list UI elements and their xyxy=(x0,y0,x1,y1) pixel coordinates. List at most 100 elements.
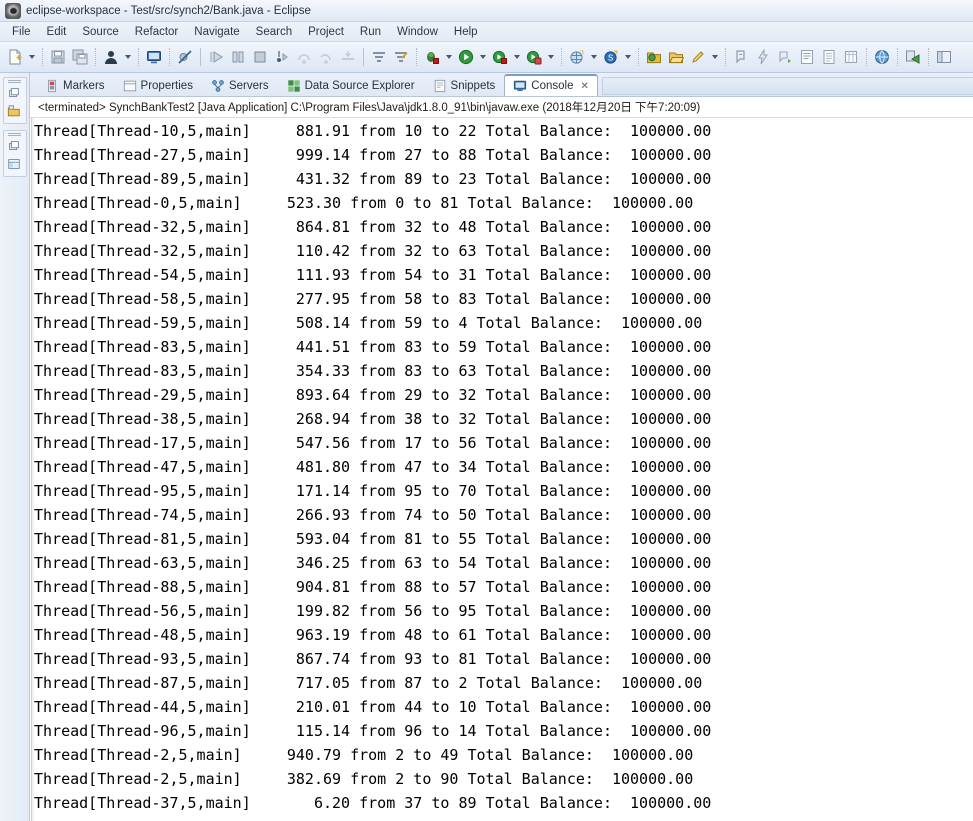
outline-list-icon[interactable] xyxy=(796,46,818,68)
toolbar-separator xyxy=(928,48,929,66)
chevron-down-icon[interactable] xyxy=(588,46,600,68)
tab-label: Servers xyxy=(228,79,269,92)
window-title: eclipse-workspace - Test/src/synch2/Bank… xyxy=(26,4,311,17)
step-return-icon[interactable] xyxy=(315,46,337,68)
menu-item-edit[interactable]: Edit xyxy=(39,24,75,40)
new-file-icon[interactable] xyxy=(4,46,26,68)
menu-item-project[interactable]: Project xyxy=(300,24,352,40)
view-tab-strip: Markers Properties Servers Data Source Expl… xyxy=(30,73,973,97)
tab-properties[interactable]: Properties xyxy=(114,74,202,96)
menu-item-run[interactable]: Run xyxy=(352,24,389,40)
drop-to-frame-icon[interactable] xyxy=(337,46,359,68)
main-toolbar: S xyxy=(0,42,973,73)
user-icon[interactable] xyxy=(100,46,122,68)
save-all-icon[interactable] xyxy=(69,46,91,68)
console-line: Thread[Thread-29,5,main] 893.64 from 29 … xyxy=(34,386,712,404)
snippets-icon xyxy=(433,79,447,93)
console-line: Thread[Thread-93,5,main] 867.74 from 93 … xyxy=(34,650,712,668)
skip-breakpoints-icon[interactable] xyxy=(174,46,196,68)
web-browser-icon[interactable] xyxy=(871,46,893,68)
console-line: Thread[Thread-63,5,main] 346.25 from 63 … xyxy=(34,554,712,572)
new-class-icon[interactable]: S xyxy=(600,46,622,68)
menu-item-refactor[interactable]: Refactor xyxy=(127,24,186,40)
menu-item-window[interactable]: Window xyxy=(389,24,446,40)
search-pencil-icon[interactable] xyxy=(687,46,709,68)
console-line: Thread[Thread-83,5,main] 354.33 from 83 … xyxy=(34,362,712,380)
toolbar-separator xyxy=(200,48,201,66)
chevron-down-icon[interactable] xyxy=(477,46,489,68)
tab-data-source-explorer[interactable]: Data Source Explorer xyxy=(278,74,424,96)
toggle-stepfilter-icon[interactable] xyxy=(368,46,390,68)
chevron-down-icon[interactable] xyxy=(26,46,38,68)
console-output[interactable]: Thread[Thread-10,5,main] 881.91 from 10 … xyxy=(34,118,973,821)
step-into-icon[interactable] xyxy=(271,46,293,68)
step-over-icon[interactable] xyxy=(293,46,315,68)
resume-icon[interactable] xyxy=(205,46,227,68)
console-line: Thread[Thread-74,5,main] 266.93 from 74 … xyxy=(34,506,712,524)
tab-label: Console xyxy=(531,80,574,92)
console-display-icon[interactable] xyxy=(143,46,165,68)
tab-console[interactable]: Console ✕ xyxy=(504,74,598,96)
outline-view-icon[interactable] xyxy=(7,157,23,173)
data-source-explorer-icon xyxy=(287,79,301,93)
suspend-icon[interactable] xyxy=(227,46,249,68)
menu-item-navigate[interactable]: Navigate xyxy=(186,24,247,40)
chevron-down-icon[interactable] xyxy=(443,46,455,68)
tab-snippets[interactable]: Snippets xyxy=(424,74,505,96)
deploy-icon[interactable] xyxy=(902,46,924,68)
toolbar-separator xyxy=(95,48,96,66)
console-line: Thread[Thread-27,5,main] 999.14 from 27 … xyxy=(34,146,712,164)
tab-label: Snippets xyxy=(450,79,496,92)
run-external-icon[interactable] xyxy=(489,46,511,68)
restore-view-icon[interactable] xyxy=(7,86,23,102)
console-line: Thread[Thread-17,5,main] 547.56 from 17 … xyxy=(34,434,712,452)
annotation-icon[interactable] xyxy=(730,46,752,68)
console-line: Thread[Thread-96,5,main] 115.14 from 96 … xyxy=(34,722,712,740)
table-icon[interactable] xyxy=(840,46,862,68)
toolbar-separator xyxy=(138,48,139,66)
save-icon[interactable] xyxy=(47,46,69,68)
eclipse-icon xyxy=(5,2,21,19)
menu-item-file[interactable]: File xyxy=(4,24,39,40)
close-icon[interactable]: ✕ xyxy=(581,81,589,92)
fast-view-group-2 xyxy=(2,130,27,177)
drag-handle[interactable] xyxy=(8,133,21,137)
menu-bar: File Edit Source Refactor Navigate Search Proj… xyxy=(0,22,973,42)
menu-item-help[interactable]: Help xyxy=(446,24,486,40)
console-line: Thread[Thread-32,5,main] 110.42 from 32 … xyxy=(34,242,712,260)
perspective-icon[interactable] xyxy=(933,46,955,68)
chevron-down-icon[interactable] xyxy=(622,46,634,68)
open-type-icon[interactable] xyxy=(643,46,665,68)
toolbar-separator xyxy=(638,48,639,66)
run-coverage-icon[interactable] xyxy=(523,46,545,68)
menu-item-source[interactable]: Source xyxy=(74,24,126,40)
toolbar-separator xyxy=(169,48,170,66)
chevron-down-icon[interactable] xyxy=(511,46,523,68)
properties-icon xyxy=(123,79,137,93)
next-annotation-icon[interactable] xyxy=(774,46,796,68)
console-line: Thread[Thread-83,5,main] 441.51 from 83 … xyxy=(34,338,712,356)
console-view-pane: Markers Properties Servers Data Source Expl… xyxy=(30,73,973,821)
console-line: Thread[Thread-58,5,main] 277.95 from 58 … xyxy=(34,290,712,308)
menu-item-search[interactable]: Search xyxy=(248,24,300,40)
chevron-down-icon[interactable] xyxy=(122,46,134,68)
run-green-icon[interactable] xyxy=(455,46,477,68)
tab-markers[interactable]: Markers xyxy=(36,74,114,96)
drag-handle[interactable] xyxy=(8,80,21,84)
use-stepfilter-icon[interactable] xyxy=(390,46,412,68)
tab-servers[interactable]: Servers xyxy=(202,74,278,96)
package-explorer-icon[interactable] xyxy=(7,104,23,120)
open-folder-icon[interactable] xyxy=(665,46,687,68)
chevron-down-icon[interactable] xyxy=(709,46,721,68)
quickfix-icon[interactable] xyxy=(752,46,774,68)
work-area: Markers Properties Servers Data Source Expl… xyxy=(0,73,973,821)
console-line: Thread[Thread-38,5,main] 268.94 from 38 … xyxy=(34,410,712,428)
debug-bug-icon[interactable] xyxy=(421,46,443,68)
terminate-icon[interactable] xyxy=(249,46,271,68)
document-icon[interactable] xyxy=(818,46,840,68)
restore-view-icon[interactable] xyxy=(7,139,23,155)
toolbar-separator xyxy=(42,48,43,66)
new-java-project-icon[interactable] xyxy=(566,46,588,68)
chevron-down-icon[interactable] xyxy=(545,46,557,68)
fast-view-group-1 xyxy=(2,77,27,124)
